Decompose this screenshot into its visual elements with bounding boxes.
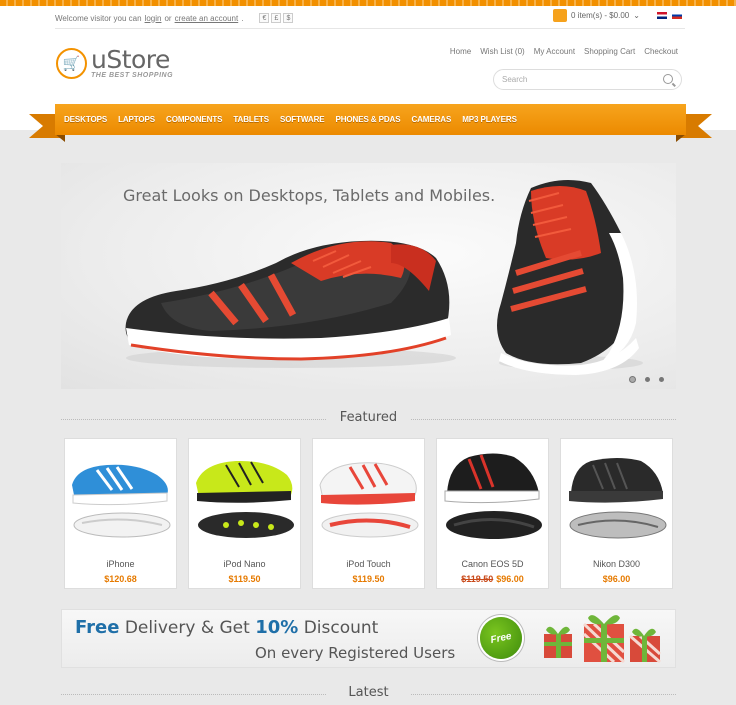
welcome-text: Welcome visitor you can	[55, 13, 142, 23]
product-name[interactable]: iPod Touch	[313, 559, 424, 569]
product-price: $96.00	[561, 574, 672, 584]
cart-summary-text: 0 item(s) - $0.00	[571, 11, 630, 20]
welcome-tail: .	[241, 13, 244, 23]
product-price: $119.50 $96.00	[437, 574, 548, 584]
product-name[interactable]: Canon EOS 5D	[437, 559, 548, 569]
slider-pagination	[629, 376, 664, 383]
header-links: Home Wish List (0) My Account Shopping C…	[450, 47, 678, 56]
cart-summary[interactable]: 0 item(s) - $0.00 ⌄	[553, 9, 640, 22]
product-price-value: $120.68	[104, 574, 137, 584]
store-logo[interactable]: 🛒 uStore THE BEST SHOPPING	[56, 45, 174, 79]
product-price: $119.50	[189, 574, 300, 584]
menu-item-cameras[interactable]: CAMERAS	[411, 115, 451, 124]
shopping-cart-link[interactable]: Shopping Cart	[584, 47, 635, 56]
menu-item-tablets[interactable]: TABLETS	[233, 115, 269, 124]
currency-euro-button[interactable]: €	[259, 13, 270, 23]
product-price-value: $119.50	[228, 574, 261, 584]
logo-subtitle: THE BEST SHOPPING	[91, 72, 174, 79]
product-card[interactable]: Nikon D300 $96.00	[560, 438, 673, 589]
promo-banner[interactable]: Free Delivery & Get 10% Discount On ever…	[61, 609, 676, 668]
checkout-link[interactable]: Checkout	[644, 47, 678, 56]
product-card[interactable]: iPod Nano $119.50	[188, 438, 301, 589]
product-card[interactable]: Canon EOS 5D $119.50 $96.00	[436, 438, 549, 589]
slide-dot-3[interactable]	[659, 377, 664, 382]
login-link[interactable]: login	[145, 14, 162, 23]
product-price: $120.68	[65, 574, 176, 584]
divider	[55, 28, 685, 29]
or-text: or	[164, 13, 172, 23]
currency-switcher: € £ $	[257, 13, 294, 23]
latest-heading: Latest	[61, 685, 676, 700]
hero-slideshow[interactable]: Great Looks on Desktops, Tablets and Mob…	[61, 163, 676, 389]
cart-icon	[553, 9, 567, 22]
product-image	[72, 464, 171, 538]
search-icon[interactable]	[663, 74, 673, 84]
my-account-link[interactable]: My Account	[534, 47, 575, 56]
currency-dollar-button[interactable]: $	[283, 13, 294, 23]
product-image	[319, 462, 419, 538]
menu-item-phones-pdas[interactable]: PHONES & PDAS	[336, 115, 401, 124]
english-flag-icon[interactable]	[657, 12, 667, 19]
search-input[interactable]: Search	[493, 69, 682, 90]
create-account-link[interactable]: create an account	[175, 14, 239, 23]
product-name[interactable]: Nikon D300	[561, 559, 672, 569]
slide-dot-1[interactable]	[629, 376, 636, 383]
main-nav: DESKTOPS LAPTOPS COMPONENTS TABLETS SOFT…	[29, 104, 712, 148]
home-link[interactable]: Home	[450, 47, 471, 56]
gift-boxes-image	[544, 615, 662, 664]
product-price-value: $96.00	[602, 574, 631, 584]
product-image	[196, 460, 294, 538]
promo-percent: 10%	[255, 617, 299, 638]
product-price-value: $96.00	[496, 574, 524, 584]
menu-item-software[interactable]: SOFTWARE	[280, 115, 325, 124]
product-card[interactable]: iPod Touch $119.50	[312, 438, 425, 589]
menu-item-laptops[interactable]: LAPTOPS	[118, 115, 155, 124]
product-image	[444, 453, 542, 539]
product-name[interactable]: iPhone	[65, 559, 176, 569]
promo-line-2: On every Registered Users	[255, 644, 456, 662]
menu-item-components[interactable]: COMPONENTS	[166, 115, 222, 124]
product-image	[569, 458, 667, 539]
product-card[interactable]: iPhone $120.68	[64, 438, 177, 589]
product-price-value: $119.50	[352, 574, 385, 584]
product-name[interactable]: iPod Nano	[189, 559, 300, 569]
promo-line-1: Free Delivery & Get 10% Discount	[75, 617, 378, 638]
cart-logo-icon: 🛒	[56, 48, 87, 79]
promo-discount: Discount	[303, 618, 379, 638]
product-price: $119.50	[313, 574, 424, 584]
featured-heading: Featured	[61, 410, 676, 425]
search-placeholder: Search	[502, 75, 528, 84]
menu-item-desktops[interactable]: DESKTOPS	[64, 115, 107, 124]
promo-free: Free	[75, 617, 120, 638]
currency-pound-button[interactable]: £	[271, 13, 282, 23]
wishlist-link[interactable]: Wish List (0)	[480, 47, 524, 56]
hero-shoe-image	[125, 179, 643, 375]
featured-products: iPhone $120.68 iPod Nano $119.50 iPod To…	[64, 438, 673, 589]
promo-delivery: Delivery & Get	[124, 618, 250, 638]
ribbon-right-fold	[676, 134, 686, 142]
product-old-price: $119.50	[461, 574, 494, 584]
menu-bar: DESKTOPS LAPTOPS COMPONENTS TABLETS SOFT…	[55, 104, 686, 135]
logo-title: uStore	[91, 45, 170, 74]
russian-flag-icon[interactable]	[672, 12, 682, 19]
chevron-down-icon: ⌄	[633, 11, 640, 20]
free-badge: Free	[476, 613, 526, 663]
slide-dot-2[interactable]	[645, 377, 650, 382]
menu-item-mp3-players[interactable]: MP3 PLAYERS	[462, 115, 517, 124]
ribbon-left-fold	[55, 134, 65, 142]
